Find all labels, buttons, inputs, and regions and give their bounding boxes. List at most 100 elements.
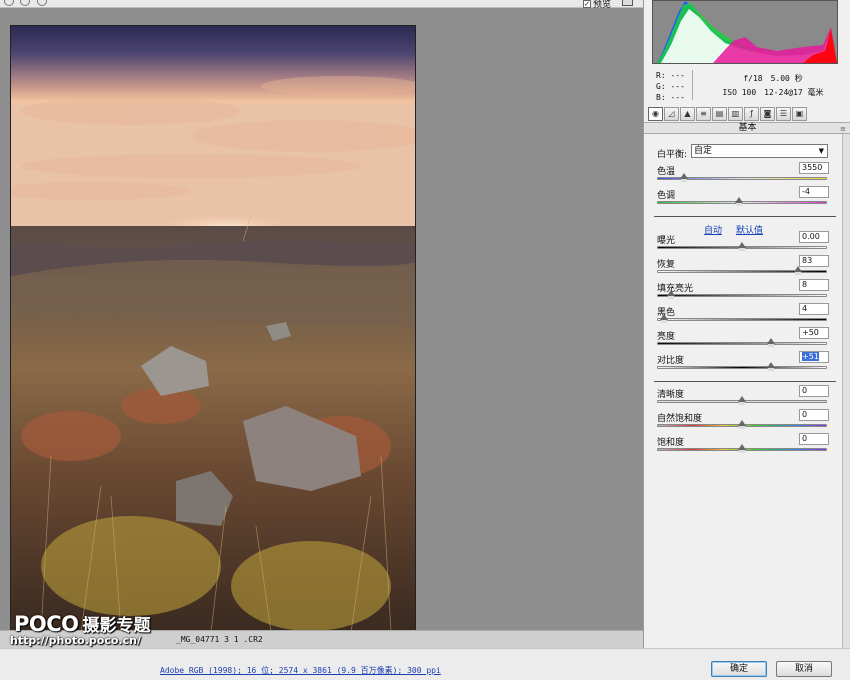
blacks-slider[interactable]: 黑色 4 [657,303,829,329]
brightness-slider[interactable]: 亮度 +50 [657,327,829,353]
panel-title-text: 基本 [738,123,757,133]
saturation-input[interactable]: 0 [799,433,829,445]
default-link[interactable]: 默认值 [736,223,763,236]
contrast-input[interactable]: +51 [799,351,829,363]
contrast-value: +51 [802,352,819,361]
saturation-slider[interactable]: 饱和度 0 [657,433,829,459]
aperture: f/18 [743,74,763,83]
panel-scrollbar[interactable] [842,134,850,648]
ok-button[interactable]: 确定 [711,661,767,677]
tint-thumb[interactable] [734,197,743,206]
iso: ISO 100 [722,88,757,97]
vibrance-slider[interactable]: 自然饱和度 0 [657,409,829,435]
vibrance-value: 0 [802,410,808,419]
temperature-input[interactable]: 3550 [799,162,829,174]
brightness-input[interactable]: +50 [799,327,829,339]
section-divider [654,381,836,382]
tint-value: -4 [802,187,810,196]
tint-input[interactable]: -4 [799,186,829,198]
fill-light-input[interactable]: 8 [799,279,829,291]
rotate-right-icon[interactable] [37,0,47,6]
presets-icon[interactable]: ☰ [776,107,791,121]
r-value: R: --- [656,71,685,80]
brightness-label: 亮度 [657,332,676,342]
hsl-icon[interactable]: ≡ [696,107,711,121]
lens: 12-24@17 毫米 [764,88,824,97]
exposure-value: 0.00 [802,232,820,241]
brightness-track[interactable] [657,342,827,345]
blacks-input[interactable]: 4 [799,303,829,315]
b-value: B: --- [656,93,685,102]
recovery-input[interactable]: 83 [799,255,829,267]
list-icon[interactable] [4,0,14,6]
temperature-thumb[interactable] [680,173,689,182]
vibrance-input[interactable]: 0 [799,409,829,421]
blacks-value: 4 [802,304,808,313]
fill-light-track[interactable] [657,294,827,297]
exposure-slider[interactable]: 曝光 0.00 [657,231,829,257]
exposure-input[interactable]: 0.00 [799,231,829,243]
brightness-thumb[interactable] [766,338,775,347]
vibrance-label: 自然饱和度 [657,414,703,424]
white-balance-select[interactable]: 自定 ▼ [691,144,828,158]
camera-calibration-icon[interactable]: ◙ [760,107,775,121]
rotate-left-icon[interactable] [20,0,30,6]
blacks-track[interactable] [657,318,827,321]
workflow-options-link[interactable]: Adobe RGB (1998); 16 位; 2574 x 3861 (9.9… [160,665,441,676]
clarity-thumb[interactable] [738,396,746,405]
fill-light-label: 填充亮光 [657,284,694,294]
histogram [652,0,838,64]
blacks-thumb[interactable] [659,314,668,323]
clarity-slider[interactable]: 清晰度 0 [657,385,829,411]
temperature-slider[interactable]: 色温 3550 [657,162,829,188]
basic-icon[interactable]: ◉ [648,107,663,121]
rgb-readout: R: --- G: --- B: --- [656,70,685,103]
fill-light-thumb[interactable] [666,290,675,299]
contrast-thumb[interactable] [766,362,775,371]
watermark-url: http://photo.poco.cn/ [10,634,141,647]
tint-slider[interactable]: 色调 -4 [657,186,829,212]
temperature-value: 3550 [802,163,823,172]
recovery-thumb[interactable] [794,266,803,275]
footer-bar: Adobe RGB (1998); 16 位; 2574 x 3861 (9.9… [0,648,850,680]
detail-icon[interactable]: ▲ [680,107,695,121]
vibrance-thumb[interactable] [738,420,746,429]
contrast-track[interactable] [657,366,827,369]
contrast-label: 对比度 [657,356,685,366]
chevron-down-icon: ▼ [818,147,824,155]
split-toning-icon[interactable]: ▤ [712,107,727,121]
fill-light-slider[interactable]: 填充亮光 8 [657,279,829,305]
saturation-value: 0 [802,434,808,443]
snapshots-icon[interactable]: ▣ [792,107,807,121]
watermark-title: 摄影专题 [82,616,151,636]
clarity-value: 0 [802,386,808,395]
top-toolbar: ✓ 预览 [0,0,643,10]
preview-checkbox[interactable]: ✓ [583,0,591,8]
clarity-input[interactable]: 0 [799,385,829,397]
tone-curve-icon[interactable]: ◿ [664,107,679,121]
recovery-label: 恢复 [657,260,676,270]
panel-title: 基本 ≡ [644,122,850,134]
contrast-slider[interactable]: 对比度 +51 [657,351,829,377]
auto-link[interactable]: 自动 [704,223,722,236]
exposure-label: 曝光 [657,236,676,246]
recovery-slider[interactable]: 恢复 83 [657,255,829,281]
panel-tabs: ◉ ◿ ▲ ≡ ▤ ▥ ƒ ◙ ☰ ▣ [648,107,844,121]
filename: _MG_04771 3 1 .CR2 [176,635,263,644]
watermark-logo: POCO [14,612,79,636]
cancel-button[interactable]: 取消 [776,661,832,677]
fill-light-value: 8 [802,280,808,289]
white-balance-label: 白平衡: [657,150,688,160]
saturation-thumb[interactable] [738,444,746,453]
g-value: G: --- [656,82,685,91]
recovery-value: 83 [802,256,813,265]
effects-icon[interactable]: ƒ [744,107,759,121]
fullscreen-icon[interactable] [622,0,633,6]
photo-preview[interactable] [10,25,416,633]
panel-menu-icon[interactable]: ≡ [840,124,846,134]
image-canvas[interactable] [0,8,643,633]
watermark: POCO 摄影专题 [14,611,151,636]
brightness-value: +50 [802,328,819,337]
exposure-thumb[interactable] [738,242,746,251]
lens-icon[interactable]: ▥ [728,107,743,121]
